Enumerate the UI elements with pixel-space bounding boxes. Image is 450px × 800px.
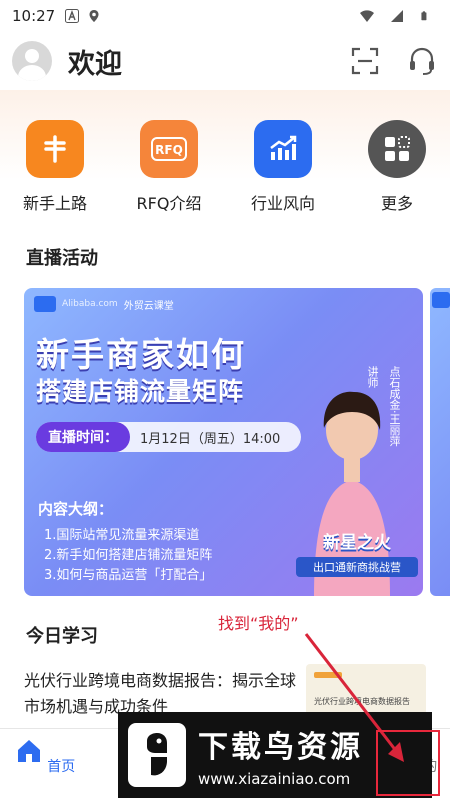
- banner-outline-item: 3.如何与商品运营「打配合」: [44, 568, 213, 583]
- video-camera-icon: [432, 292, 450, 308]
- avatar-head: [25, 49, 39, 63]
- annotation-text: 找到“我的”: [218, 614, 299, 633]
- banner-badge: 新星之火 出口通新商挑战营: [296, 528, 418, 577]
- banner-brand: Alibaba.com: [62, 299, 118, 309]
- status-time: 10:27: [12, 7, 56, 25]
- quick-entry-trend[interactable]: 行业风向: [228, 120, 338, 214]
- nav-label: 首页: [47, 759, 76, 775]
- banner-outline-item: 2.新手如何搭建店铺流量矩阵: [44, 548, 213, 563]
- quick-entry-label: 新手上路: [22, 194, 87, 213]
- scan-icon[interactable]: [350, 46, 380, 76]
- battery-icon: [421, 11, 427, 21]
- watermark-url: www.xiazainiao.com: [198, 770, 351, 788]
- study-section-title: 今日学习: [26, 626, 98, 647]
- banner-outline-item: 1.国际站常见流量来源渠道: [44, 528, 200, 543]
- banner-title-line1: 新手商家如何: [36, 335, 246, 374]
- banner-time-value: 1月12日（周五）14:00: [140, 431, 281, 447]
- trend-chart-icon: [254, 120, 312, 178]
- banner-badge-title: 新星之火: [323, 533, 391, 553]
- banner-title-line2: 搭建店铺流量矩阵: [36, 377, 245, 406]
- notification-a-icon: [65, 9, 80, 23]
- banner-outline-title: 内容大纲：: [38, 500, 114, 518]
- quick-entry-grid: 新手上路 RFQ RFQ介绍 行业风向 更多: [0, 120, 450, 220]
- banner-time-label: 直播时间：: [36, 422, 130, 452]
- status-bar: 10:27: [0, 0, 450, 32]
- svg-text:RFQ: RFQ: [155, 143, 183, 157]
- watermark-logo: [128, 723, 186, 787]
- banner-lecturer-name: 点石成金·王丽萍: [388, 366, 401, 447]
- avatar[interactable]: [12, 41, 52, 81]
- customer-service-icon[interactable]: [406, 45, 438, 77]
- nav-home[interactable]: 首页: [0, 737, 90, 776]
- home-icon: [17, 740, 40, 762]
- location-icon: [89, 10, 99, 22]
- avatar-body: [18, 65, 46, 81]
- rfq-icon: RFQ: [140, 120, 198, 178]
- quick-entry-rfq[interactable]: RFQ RFQ介绍: [114, 120, 224, 214]
- banner-brand-row: Alibaba.com 外贸云课堂: [34, 296, 174, 312]
- quick-entry-label: RFQ介绍: [136, 194, 202, 213]
- signal-icon: [391, 10, 403, 22]
- banner-live-time: 直播时间： 1月12日（周五）14:00: [36, 422, 301, 452]
- quick-entry-label: 行业风向: [250, 194, 315, 213]
- banner-badge-subtitle: 出口通新商挑战营: [296, 557, 418, 577]
- live-banner[interactable]: Alibaba.com 外贸云课堂 新手商家如何 搭建店铺流量矩阵 直播时间： …: [24, 288, 423, 596]
- page-title: 欢迎: [68, 48, 122, 80]
- next-banner-peek[interactable]: [430, 288, 450, 596]
- live-section-title: 直播活动: [26, 248, 98, 269]
- more-grid-icon: [368, 120, 426, 178]
- header: 欢迎: [0, 32, 450, 90]
- yen-icon: [26, 120, 84, 178]
- quick-entry-label: 更多: [380, 194, 413, 213]
- quick-entry-newbie[interactable]: 新手上路: [0, 120, 110, 214]
- wifi-icon: [360, 10, 374, 22]
- banner-lecturer-label: 讲师: [366, 366, 379, 388]
- profile-highlight-box: [376, 730, 440, 796]
- quick-entry-more[interactable]: 更多: [342, 120, 450, 214]
- header-actions: [350, 45, 438, 77]
- video-camera-icon: [34, 296, 56, 312]
- banner-sub-brand: 外贸云课堂: [123, 300, 174, 312]
